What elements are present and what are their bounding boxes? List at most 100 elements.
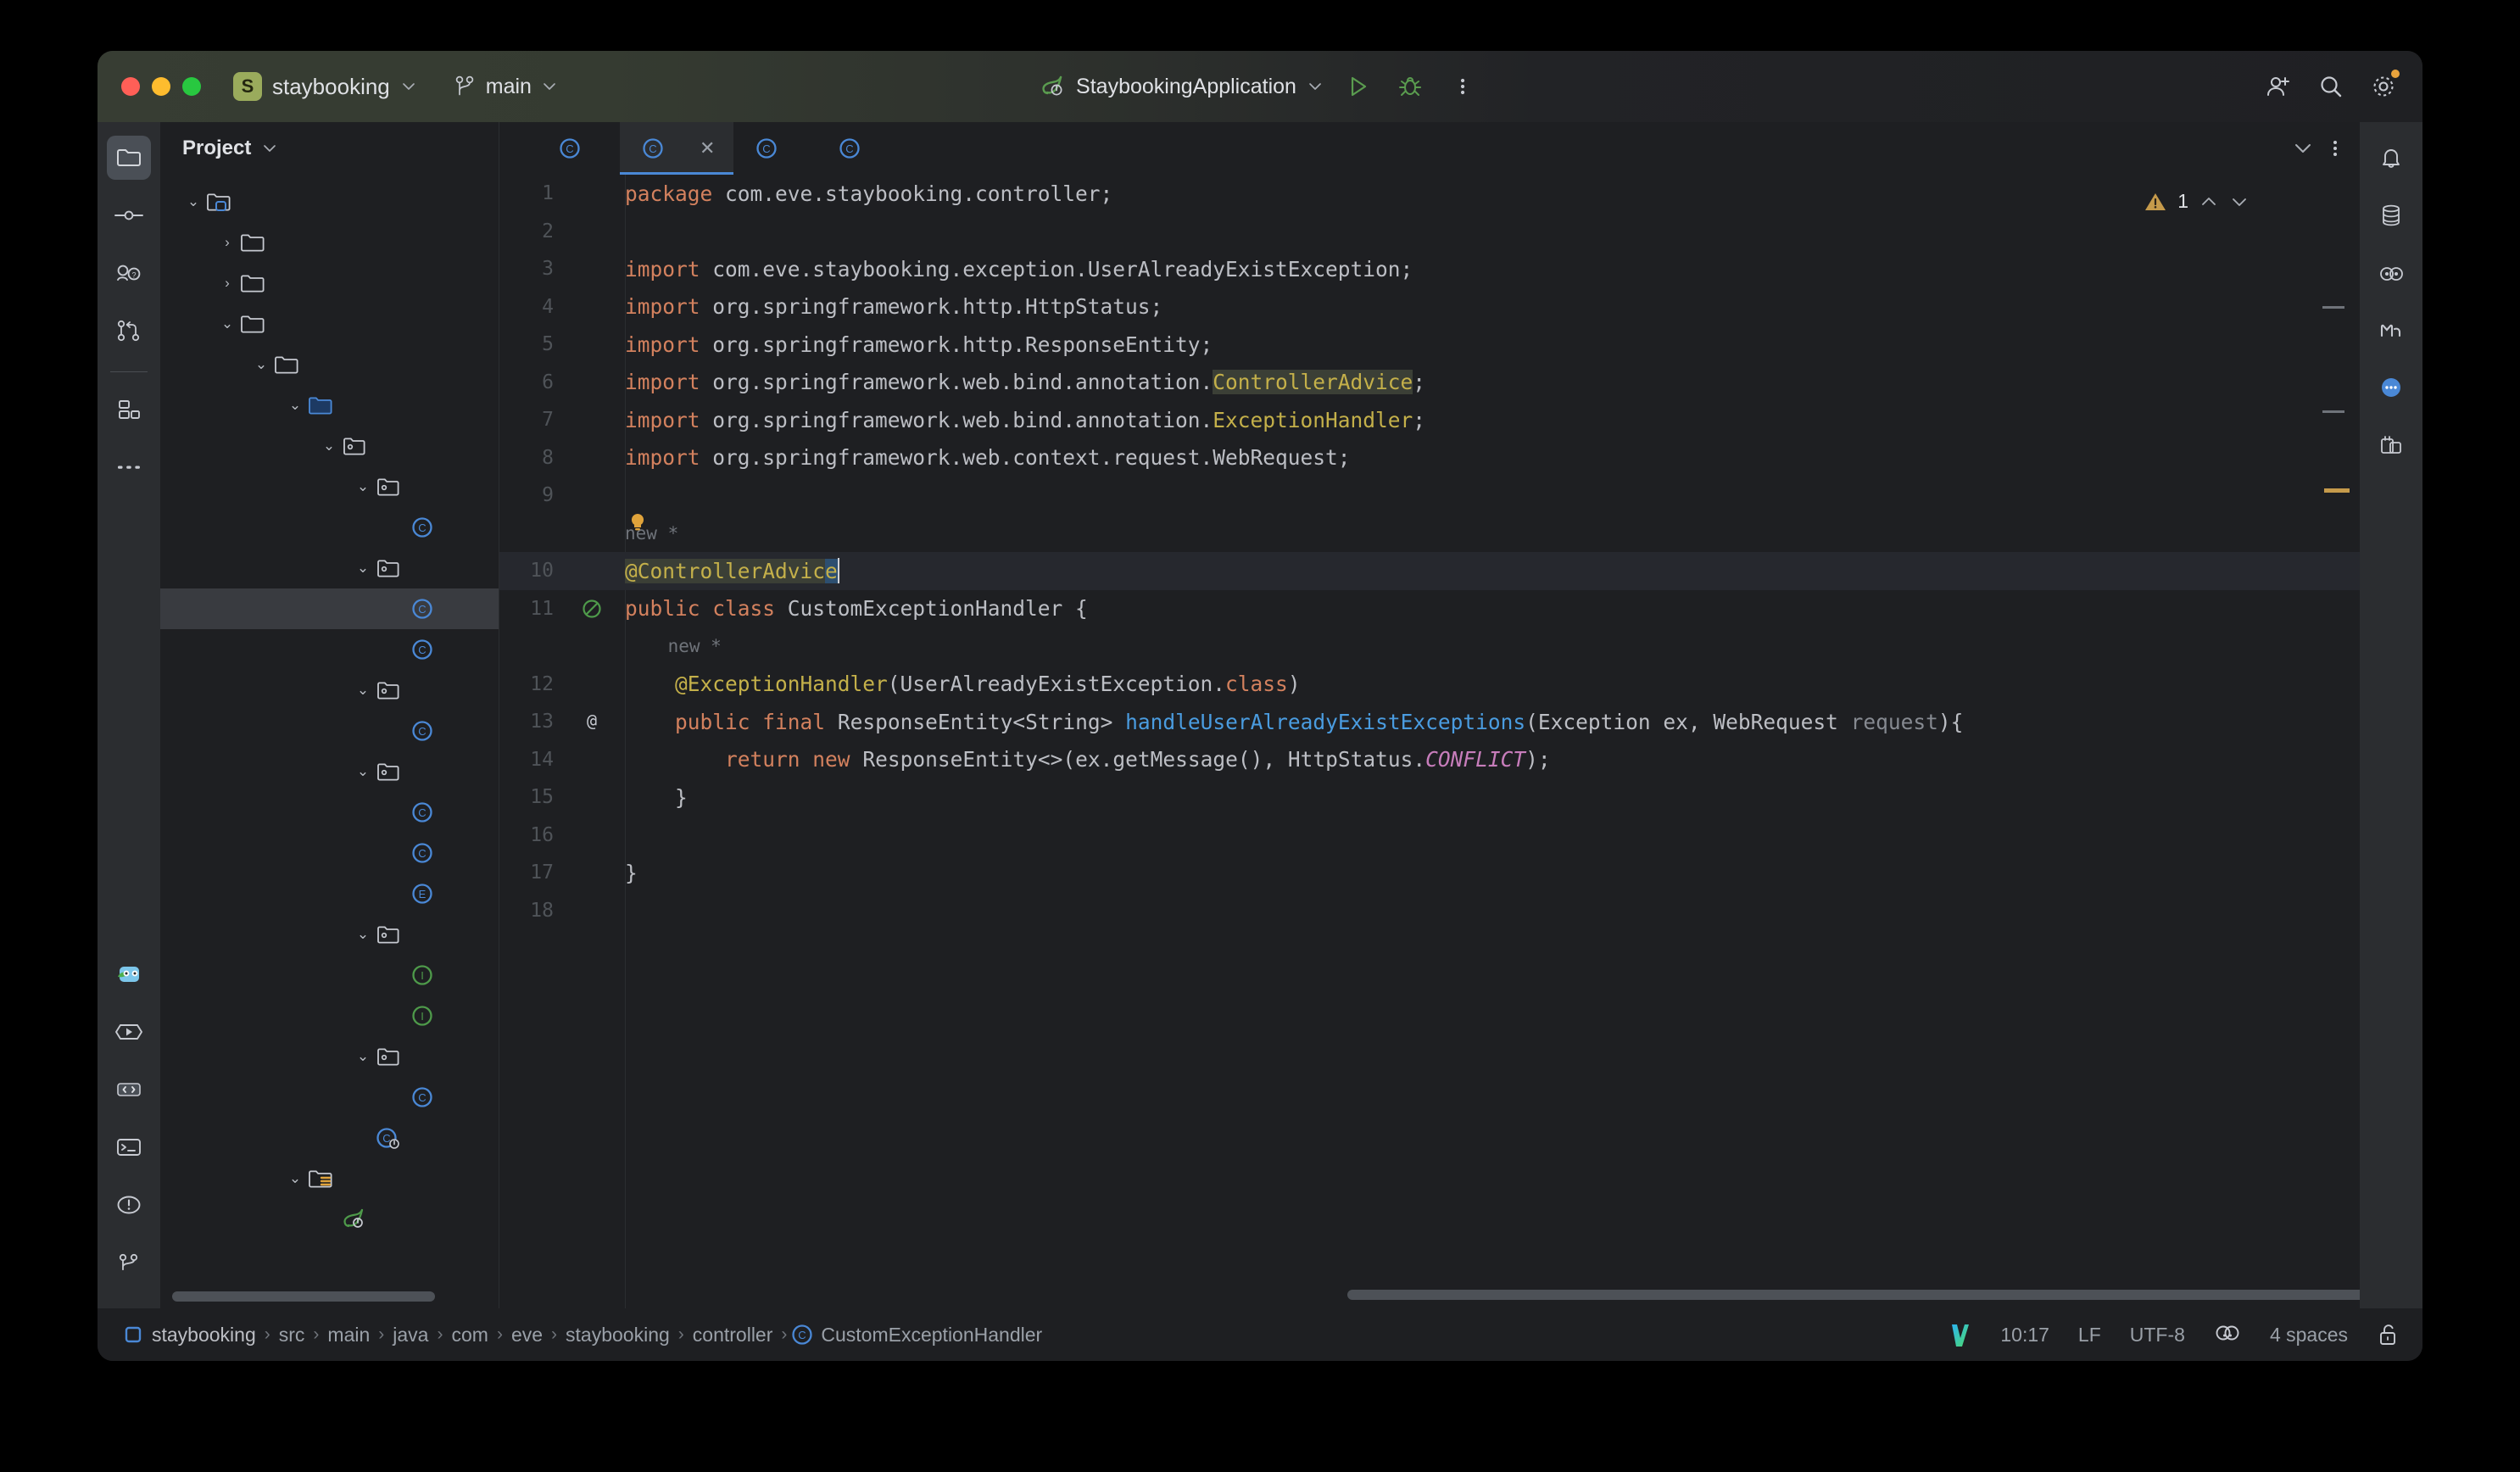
code-line[interactable]: 9 [499,477,2360,515]
more-actions-button[interactable] [1444,68,1481,105]
chevron-down-icon[interactable]: ⌄ [352,926,374,943]
close-tab-icon[interactable]: ✕ [700,137,715,159]
code-content[interactable]: 1package com.eve.staybooking.controller;… [499,175,2360,1308]
chevron-down-icon[interactable]: ⌄ [182,193,204,210]
caret-position[interactable]: 10:17 [2000,1324,2049,1347]
code-line-current[interactable]: 10@ControllerAdvice [499,552,2360,590]
annotation-gutter-icon[interactable]: @ [580,710,604,733]
code-line[interactable]: 17} [499,854,2360,892]
tree-node-staybooking[interactable]: ⌄ [160,181,499,222]
previous-problem-icon[interactable] [2199,192,2219,212]
tree-node-staybookingapplication[interactable]: › C [160,1118,499,1158]
breadcrumb-item[interactable]: java [387,1324,433,1347]
chevron-down-icon[interactable]: ⌄ [352,682,374,699]
sidebar-item-version-control[interactable] [107,309,151,353]
tree-node-userrepository[interactable]: › I [160,995,499,1036]
code-line[interactable]: 11 public class CustomExceptionHandler { [499,590,2360,628]
code-line[interactable]: 16 [499,817,2360,855]
tree-node-registerservice[interactable]: › C [160,1077,499,1118]
tree-node--mvn[interactable]: › [160,263,499,304]
next-problem-icon[interactable] [2229,192,2250,212]
tree-node-authorityrepository[interactable]: › I [160,955,499,995]
indent-setting[interactable]: 4 spaces [2270,1324,2348,1347]
more-vertical-icon[interactable] [2326,137,2344,160]
tree-node-main[interactable]: ⌄ [160,344,499,385]
chevron-down-icon[interactable] [261,140,278,157]
tree-node-service[interactable]: ⌄ [160,1036,499,1077]
chevron-down-icon[interactable]: ⌄ [352,560,374,577]
code-line[interactable]: 12 @ExceptionHandler(UserAlreadyExistExc… [499,666,2360,704]
tree-node-securityconfig[interactable]: › C [160,507,499,548]
vcs-logo-icon[interactable] [1946,1321,1971,1348]
project-tree[interactable]: ⌄ › › ⌄ ⌄ ⌄ ⌄ ⌄ › C⌄ › C› C⌄ [160,175,499,1308]
breadcrumb-item[interactable]: main [322,1324,375,1347]
close-window-button[interactable] [121,77,140,96]
code-line[interactable]: 8import org.springframework.web.context.… [499,439,2360,477]
breadcrumb-item[interactable]: controller [688,1324,778,1347]
add-account-button[interactable] [2260,68,2297,105]
breadcrumb-item[interactable]: CCustomExceptionHandler [790,1322,1047,1347]
chevron-down-icon[interactable] [2292,137,2314,159]
tree-node-authority[interactable]: › C [160,792,499,833]
tree-node-resources[interactable]: ⌄ [160,1158,499,1199]
tree-node-src[interactable]: ⌄ [160,304,499,344]
code-line[interactable]: 6import org.springframework.web.bind.ann… [499,364,2360,402]
sidebar-item-notifications[interactable] [2369,136,2413,180]
code-editor[interactable]: 1 1package com.eve.staybooking.controlle… [499,175,2360,1308]
breadcrumb-item[interactable]: com [446,1324,493,1347]
search-everywhere-button[interactable] [2312,68,2350,105]
tree-node-com-eve-staybooking[interactable]: ⌄ [160,426,499,466]
intention-bulb-icon[interactable] [627,511,649,537]
tree-node-registercontroller[interactable]: › C [160,629,499,670]
fold-marker-class[interactable] [2322,410,2344,413]
window-controls[interactable] [121,77,201,96]
chevron-right-icon[interactable]: › [216,275,238,292]
settings-button[interactable] [2365,68,2402,105]
tree-node-config[interactable]: ⌄ [160,466,499,507]
fold-marker-top[interactable] [2322,306,2344,309]
suppress-inspection-icon[interactable] [579,596,605,622]
warning-marker[interactable] [2324,488,2350,493]
sidebar-item-maven[interactable] [2369,309,2413,353]
tree-node-customexceptionhandler[interactable]: › C [160,588,499,629]
breadcrumb-item[interactable]: staybooking [560,1324,675,1347]
sidebar-item-gradle[interactable] [2369,251,2413,295]
code-line[interactable]: 3import com.eve.staybooking.exception.Us… [499,250,2360,288]
gutter-marker[interactable] [559,596,625,622]
sidebar-item-database[interactable] [2369,193,2413,237]
chevron-down-icon[interactable]: ⌄ [250,356,272,373]
editor-tab-useralreadyexis[interactable]: C [817,122,900,175]
code-line[interactable]: 2 [499,213,2360,251]
run-button[interactable] [1339,68,1376,105]
sidebar-item-problems[interactable] [107,1183,151,1227]
file-encoding[interactable]: UTF-8 [2130,1324,2185,1347]
breadcrumb-item[interactable]: staybooking [121,1322,261,1347]
sidebar-item-ai-assistant[interactable] [107,952,151,996]
editor-tabbar[interactable]: C C✕ C C [499,122,2360,175]
code-line[interactable]: 13 @ public final ResponseEntity<String>… [499,703,2360,741]
tree-node-useralreadyexistexception[interactable]: › C [160,711,499,751]
sidebar-item-more[interactable] [107,445,151,489]
tree-node-model[interactable]: ⌄ [160,751,499,792]
editor-tab-service[interactable] [499,122,537,175]
gutter-marker[interactable]: @ [559,710,625,733]
code-line[interactable]: 15 } [499,778,2360,817]
sidebar-item-plugins[interactable] [2369,424,2413,468]
sidebar-item-structure[interactable] [107,388,151,432]
code-line[interactable]: 7import org.springframework.web.bind.ann… [499,401,2360,439]
breadcrumb-item[interactable]: src [274,1324,310,1347]
tree-node-application-properties[interactable]: › [160,1199,499,1240]
sidebar-item-git[interactable] [107,1241,151,1285]
sidebar-item-debug[interactable] [107,1068,151,1112]
project-selector[interactable]: S staybooking [233,72,417,101]
tree-node--idea[interactable]: › [160,222,499,263]
sidebar-item-terminal[interactable] [107,1125,151,1169]
run-configuration-selector[interactable]: StaybookingApplication [1039,74,1324,99]
unlocked-icon[interactable] [2377,1322,2400,1347]
sidebar-item-pull-requests[interactable]: ? [107,251,151,295]
chevron-down-icon[interactable]: ⌄ [216,315,238,332]
debug-button[interactable] [1391,68,1429,105]
code-line[interactable]: 4import org.springframework.http.HttpSta… [499,288,2360,326]
tree-node-repository[interactable]: ⌄ [160,914,499,955]
tree-node-user[interactable]: › C [160,833,499,873]
